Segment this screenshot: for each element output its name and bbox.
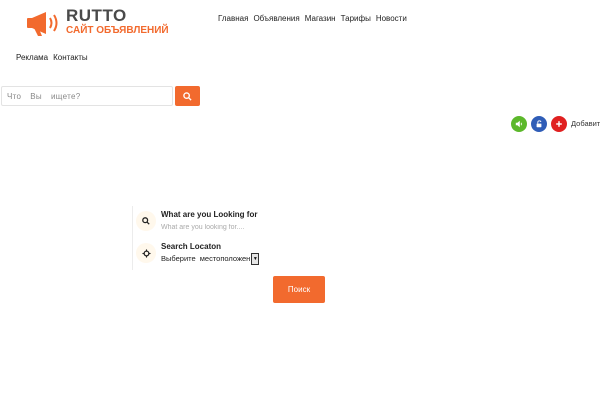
- site-logo[interactable]: RUTTO САЙТ ОБЪЯВЛЕНИЙ: [24, 6, 169, 40]
- logo-title: RUTTO: [66, 6, 127, 25]
- nav-item-ads[interactable]: Реклама: [16, 53, 48, 62]
- add-listing-label[interactable]: Добавить: [571, 119, 600, 128]
- search-button[interactable]: Поиск: [273, 276, 325, 303]
- sound-icon: [515, 120, 522, 128]
- header-search-button[interactable]: [175, 86, 200, 106]
- sound-button[interactable]: [511, 116, 527, 132]
- location-field: Search Locaton Выберите местоположен ▼: [132, 238, 282, 270]
- nav-item-contacts[interactable]: Контакты: [53, 53, 88, 62]
- nav-item-news[interactable]: Новости: [376, 14, 407, 23]
- login-button[interactable]: [531, 116, 547, 132]
- location-select[interactable]: Выберите местоположен ▼: [161, 252, 260, 265]
- what-icon-wrap: [136, 211, 156, 231]
- location-selected-value: Выберите местоположен: [161, 254, 251, 263]
- unlock-icon: [536, 120, 542, 128]
- nav-item-pricing[interactable]: Тарифы: [341, 14, 371, 23]
- what-field: What are you Looking for: [132, 206, 282, 238]
- dropdown-arrow-icon[interactable]: ▼: [251, 252, 260, 265]
- plus-icon: [556, 121, 562, 127]
- megaphone-icon: [27, 12, 58, 36]
- add-listing-button[interactable]: [551, 116, 567, 132]
- what-label: What are you Looking for: [161, 210, 258, 219]
- location-label: Search Locaton: [161, 242, 222, 251]
- search-icon: [142, 217, 150, 225]
- secondary-nav: Реклама Контакты: [16, 53, 88, 62]
- crosshair-icon: [141, 248, 151, 258]
- main-nav: Главная Объявления Магазин Тарифы Новост…: [218, 14, 407, 23]
- nav-item-shop[interactable]: Магазин: [305, 14, 336, 23]
- nav-item-home[interactable]: Главная: [218, 14, 248, 23]
- header-search-input[interactable]: [1, 86, 173, 106]
- search-icon: [183, 91, 192, 101]
- location-icon-wrap: [136, 243, 156, 263]
- logo-subtitle: САЙТ ОБЪЯВЛЕНИЙ: [66, 25, 169, 36]
- nav-item-listings[interactable]: Объявления: [253, 14, 299, 23]
- what-input[interactable]: [161, 221, 279, 233]
